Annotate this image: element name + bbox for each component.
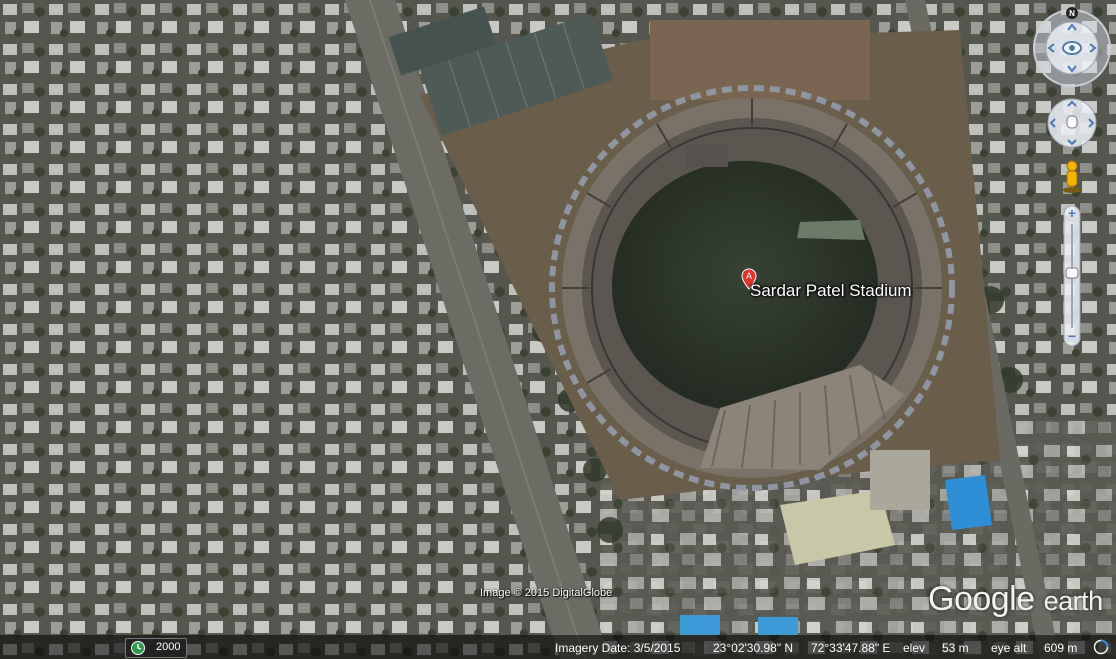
zoom-out-button[interactable]: − xyxy=(1066,329,1078,343)
longitude: 72°33'47.88" E xyxy=(811,641,891,655)
historical-year: 2000 xyxy=(156,641,181,653)
latitude: 23°02'30.98" N xyxy=(713,641,794,655)
logo-brand: Google xyxy=(928,580,1035,618)
zoom-in-button[interactable]: + xyxy=(1066,206,1078,220)
north-label: N xyxy=(1069,9,1075,18)
place-marker-letter: A xyxy=(746,271,752,281)
elevation: 53 m xyxy=(942,641,969,655)
compass-icon[interactable]: N xyxy=(1066,7,1078,19)
historical-imagery-button[interactable]: 2000 xyxy=(125,638,187,658)
globe-icon[interactable] xyxy=(1093,639,1109,655)
look-joystick-icon[interactable] xyxy=(1033,9,1111,87)
clock-icon xyxy=(131,641,145,655)
eye-alt-label: eye alt xyxy=(991,641,1027,655)
eye-altitude: 609 m xyxy=(1044,641,1078,655)
pegman-icon[interactable] xyxy=(1063,160,1081,193)
satellite-map[interactable] xyxy=(0,0,1116,659)
imagery-copyright: Image © 2015 DigitalGlobe xyxy=(480,587,613,599)
elevation-label: elev xyxy=(903,641,926,655)
move-joystick-icon[interactable] xyxy=(1047,98,1097,148)
place-label[interactable]: Sardar Patel Stadium xyxy=(750,281,912,301)
imagery-date: Imagery Date: 3/5/2015 xyxy=(555,641,681,655)
zoom-slider[interactable] xyxy=(1063,205,1081,347)
navigation-controls: N xyxy=(1032,6,1112,347)
logo-product: earth xyxy=(1043,586,1104,616)
google-earth-logo: Google earth xyxy=(928,580,1103,619)
